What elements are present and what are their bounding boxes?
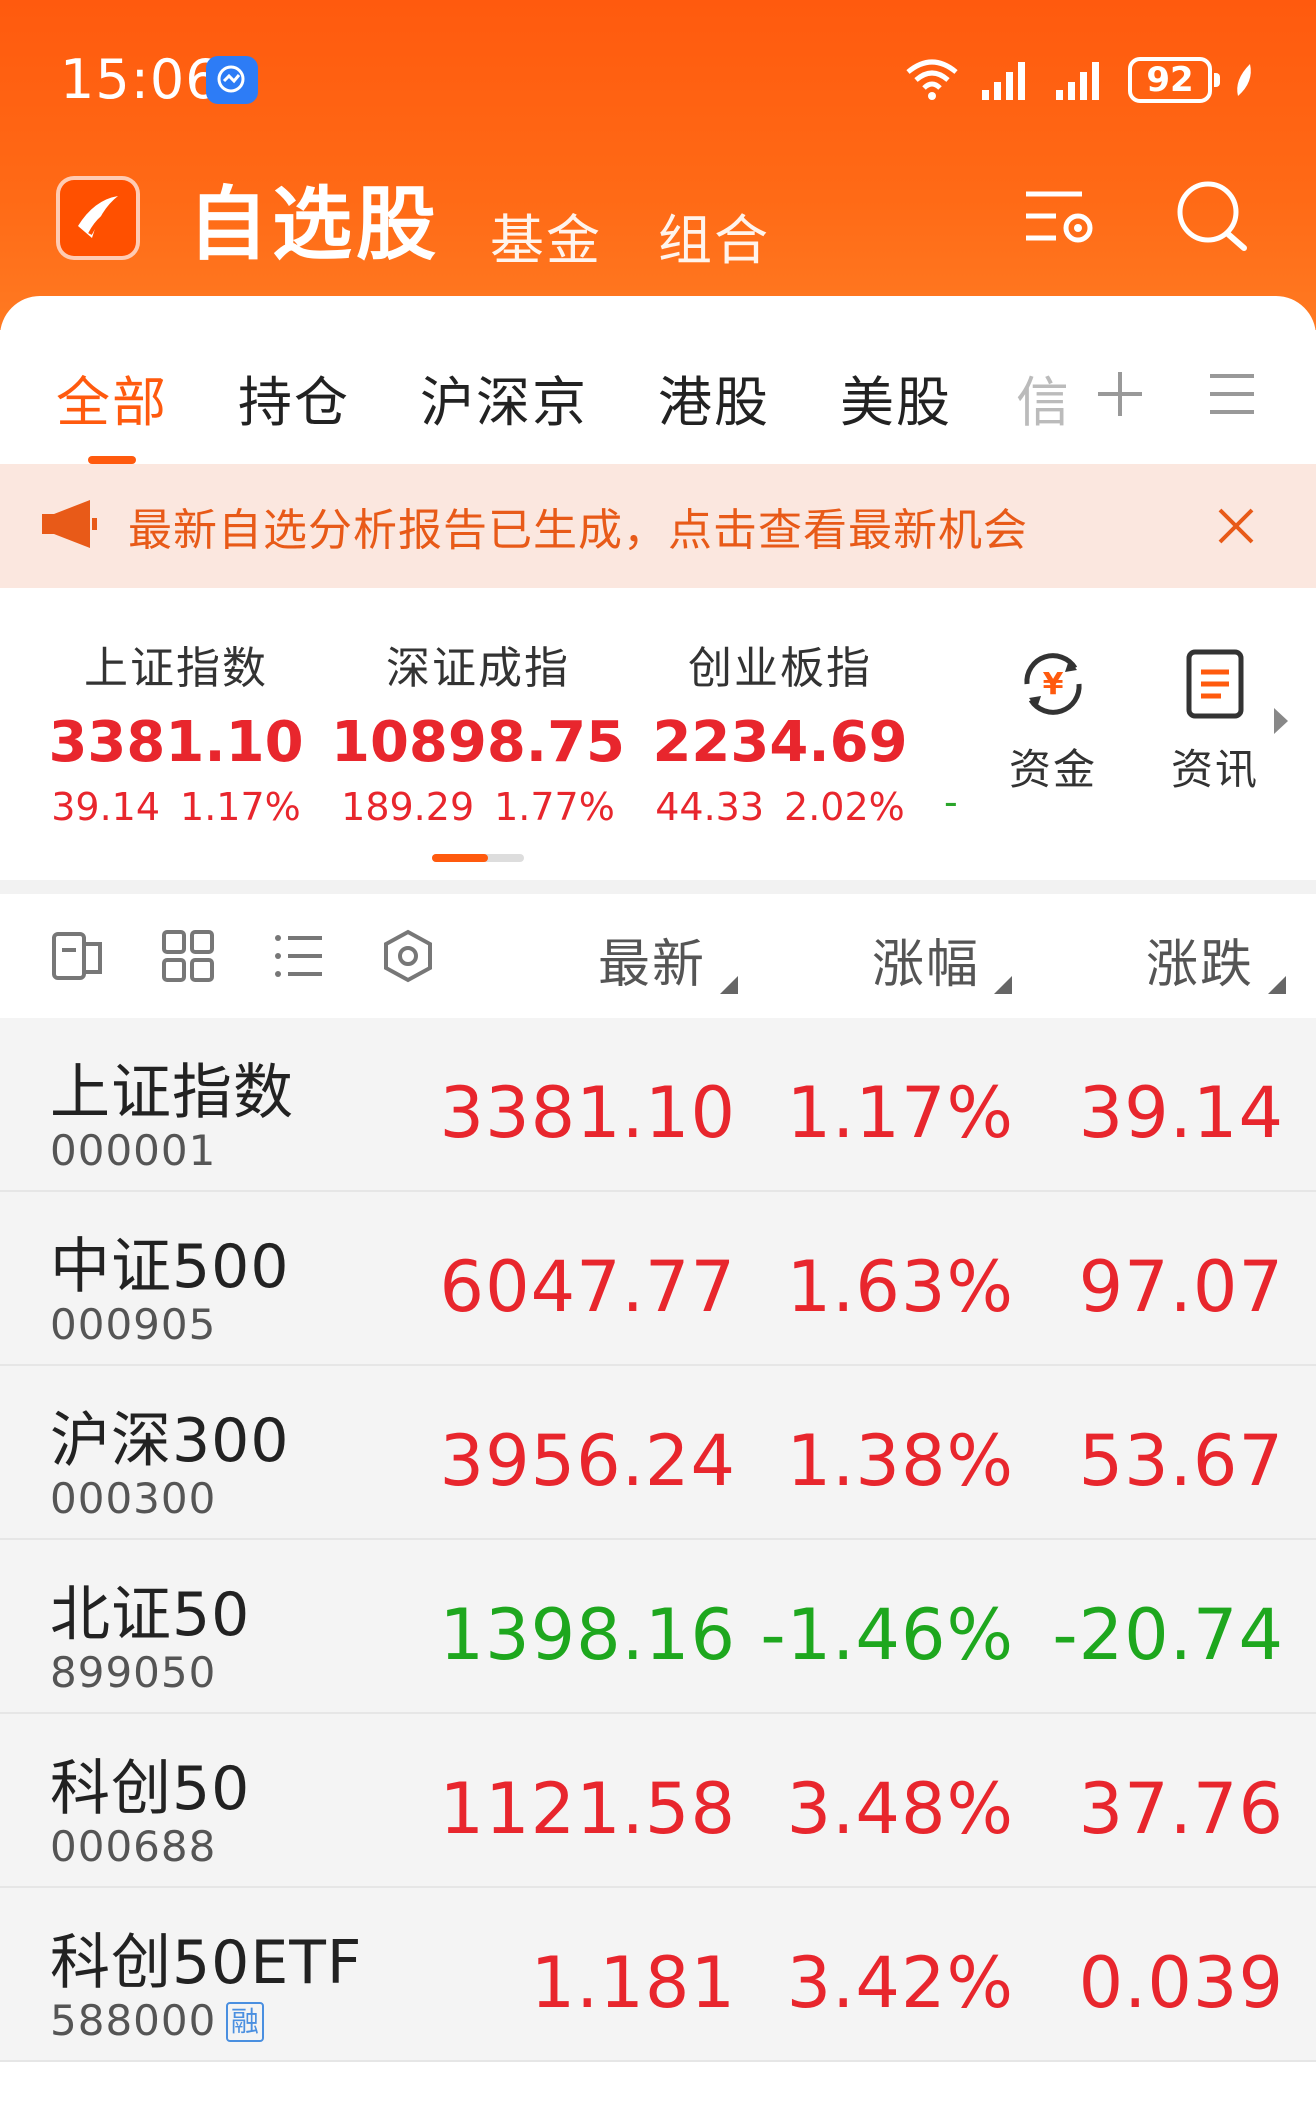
tab-watchlist[interactable]: 自选股 [188, 160, 440, 276]
chevron-right-icon[interactable] [1272, 706, 1290, 736]
title-row: 自选股 基金 组合 [0, 160, 1316, 280]
tab-all[interactable]: 全部 [56, 358, 168, 437]
status-time: 15:06 [60, 48, 221, 111]
strip-scroll-indicator [432, 854, 524, 862]
report-banner[interactable]: 最新自选分析报告已生成，点击查看最新机会 [0, 464, 1316, 588]
app-header: 15:06 92 自选股 基金 组合 [0, 0, 1316, 330]
close-icon[interactable] [1216, 506, 1256, 546]
megaphone-icon [42, 500, 97, 548]
list-settings-icon[interactable] [1020, 176, 1100, 256]
yuan-refresh-icon: ¥ [1024, 653, 1082, 715]
index-card-shenzhen[interactable]: 深证成指 10898.75 189.29 1.77% [328, 632, 628, 829]
leaf-icon [1237, 64, 1251, 96]
table-row[interactable]: 上证指数 000001 3381.10 1.17% 39.14 [0, 1018, 1316, 1192]
index-dash: - [944, 780, 958, 824]
content-card: 全部 持仓 沪深京 港股 美股 信 最新自选分析报告已生成，点击查看最新机会 上… [0, 296, 1316, 2104]
section-divider [0, 880, 1316, 894]
capital-flow-button[interactable]: ¥ 资金 [988, 646, 1118, 797]
table-header: 最新 涨幅 涨跌 [0, 894, 1316, 1018]
margin-tag-badge: 融 [226, 2002, 265, 2042]
tab-shanghai-shenzhen-beijing[interactable]: 沪深京 [420, 358, 588, 437]
signal-icon [982, 62, 1025, 100]
list-view-icon[interactable] [270, 928, 326, 984]
tab-us-stocks[interactable]: 美股 [840, 358, 952, 437]
tab-holdings[interactable]: 持仓 [238, 358, 350, 437]
index-card-chinext[interactable]: 创业板指 2234.69 44.33 2.02% [630, 632, 930, 829]
table-row[interactable]: 科创50ETF 588000 融 1.181 3.42% 0.039 [0, 1888, 1316, 2062]
wifi-icon [906, 59, 958, 100]
search-icon[interactable] [1172, 176, 1252, 256]
app-logo-icon[interactable] [56, 176, 140, 260]
active-tab-indicator [88, 456, 136, 464]
status-right: 92 [904, 52, 1256, 108]
table-row[interactable]: 北证50 899050 1398.16 -1.46% -20.74 [0, 1540, 1316, 1714]
tab-fund[interactable]: 基金 [490, 196, 602, 275]
table-row[interactable]: 科创50 000688 1121.58 3.48% 37.76 [0, 1714, 1316, 1888]
status-bar: 15:06 92 [0, 0, 1316, 150]
sort-change-icon [1268, 976, 1286, 994]
category-tabs: 全部 持仓 沪深京 港股 美股 信 [0, 296, 1316, 464]
index-card-shanghai[interactable]: 上证指数 3381.10 39.14 1.17% [26, 632, 326, 829]
banner-text: 最新自选分析报告已生成，点击查看最新机会 [128, 505, 1028, 556]
col-change[interactable]: 涨跌 [1146, 922, 1254, 997]
settings-hex-icon[interactable] [380, 928, 436, 984]
sort-latest-icon [720, 976, 738, 994]
card-view-icon[interactable] [50, 928, 106, 984]
grid-view-icon[interactable] [160, 928, 216, 984]
table-row[interactable]: 中证500 000905 6047.77 1.63% 97.07 [0, 1192, 1316, 1366]
battery-indicator: 92 [1128, 57, 1220, 103]
menu-icon[interactable] [1208, 370, 1256, 418]
col-latest[interactable]: 最新 [598, 922, 706, 997]
col-pct-change[interactable]: 涨幅 [872, 922, 980, 997]
svg-text:¥: ¥ [1043, 667, 1064, 702]
signal-icon-2 [1056, 62, 1099, 100]
index-strip: 上证指数 3381.10 39.14 1.17% 深证成指 10898.75 18… [0, 588, 1316, 880]
notification-app-icon [206, 56, 258, 104]
news-button[interactable]: 资讯 [1150, 646, 1280, 797]
tab-portfolio[interactable]: 组合 [658, 196, 770, 275]
tab-hk-stocks[interactable]: 港股 [658, 358, 770, 437]
add-icon[interactable] [1094, 368, 1146, 420]
sort-pct-icon [994, 976, 1012, 994]
tab-truncated[interactable]: 信 [1016, 358, 1066, 437]
news-doc-icon [1186, 649, 1244, 719]
table-row[interactable]: 沪深300 000300 3956.24 1.38% 53.67 [0, 1366, 1316, 1540]
